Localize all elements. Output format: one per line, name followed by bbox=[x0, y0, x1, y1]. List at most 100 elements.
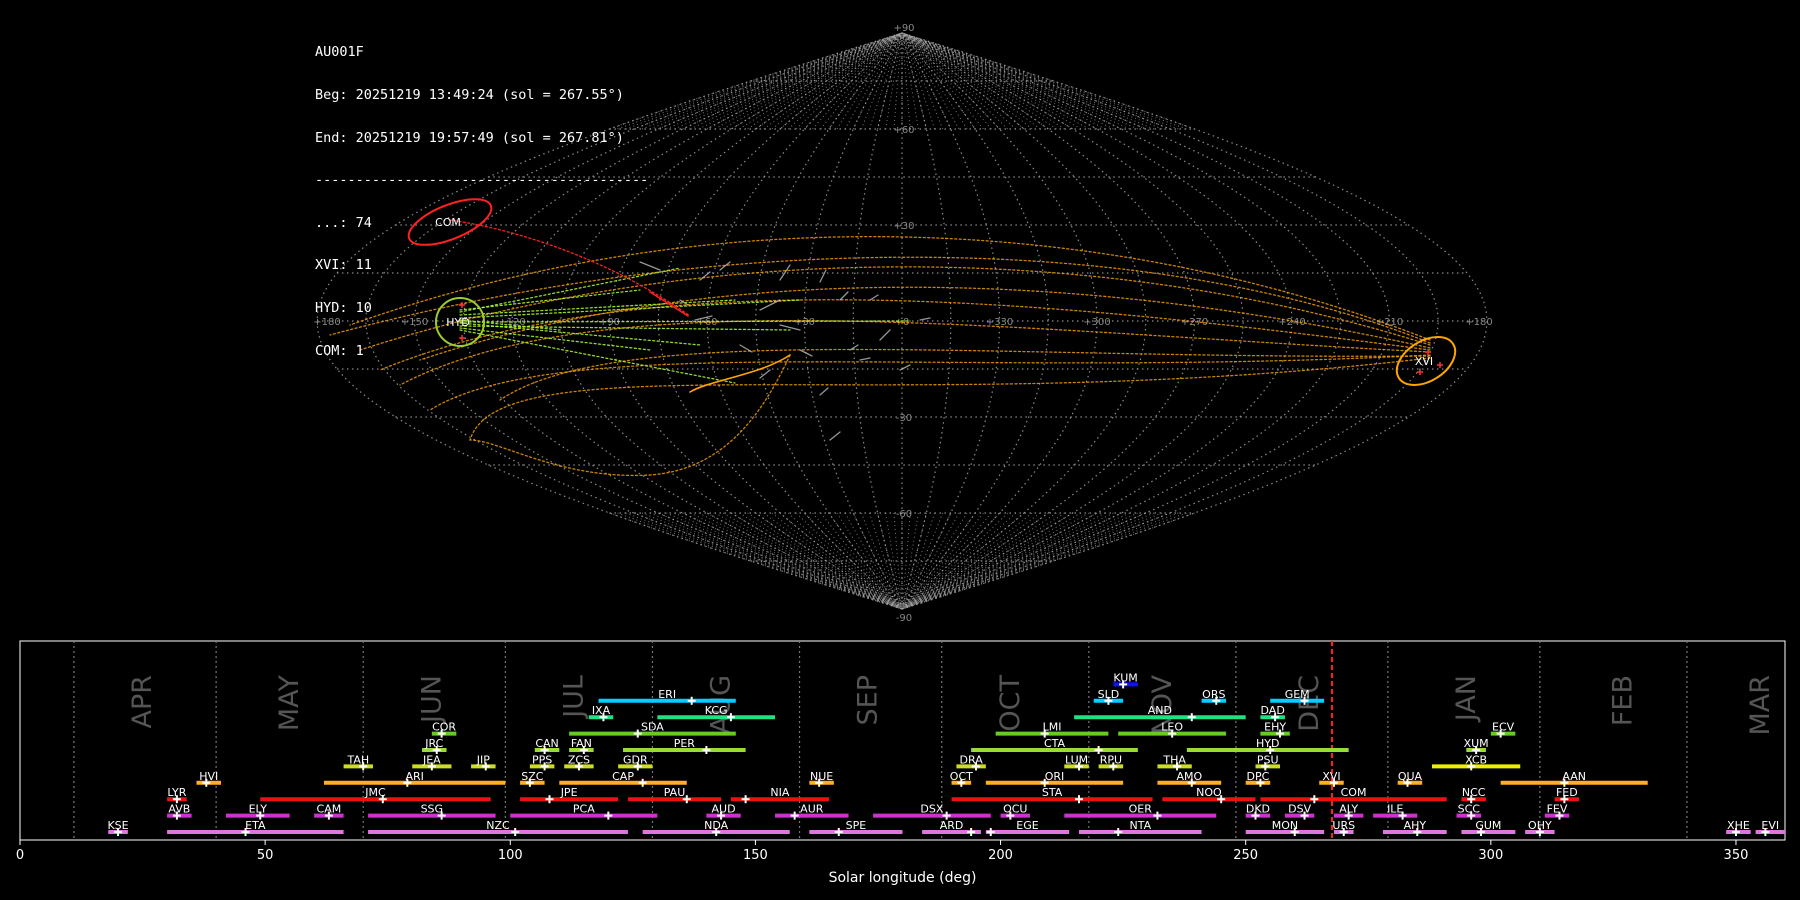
station-id: AU001F bbox=[315, 44, 364, 61]
shower-label: DRA bbox=[960, 753, 984, 766]
lon-tick-label: +210 bbox=[1376, 317, 1403, 328]
pole-fan-line bbox=[658, 512, 903, 610]
shower-label: SPE bbox=[846, 819, 867, 832]
sky-map: +180 +150 +120 +90 +60 +30 +0 +330 +300 +270 +240 +… bbox=[313, 23, 1492, 624]
shower-label: SLD bbox=[1098, 688, 1120, 701]
x-axis-label: Solar longitude (deg) bbox=[829, 870, 977, 886]
shower-kum: KUM bbox=[1113, 671, 1138, 689]
month-label: JAN bbox=[1451, 675, 1482, 723]
shower-label: GUM bbox=[1475, 819, 1501, 832]
shower-can: CAN bbox=[534, 737, 560, 754]
shower-label: ORS bbox=[1202, 688, 1225, 701]
shower-label: DAD bbox=[1261, 704, 1285, 717]
shower-label: LEO bbox=[1161, 721, 1183, 734]
shower-label: ARD bbox=[940, 819, 964, 832]
shower-label: PER bbox=[674, 737, 696, 750]
pole-fan-line bbox=[706, 512, 903, 610]
count-hyd: HYD: 10 bbox=[315, 300, 372, 317]
shower-label: THA bbox=[1162, 753, 1186, 766]
pole-fan-line bbox=[901, 512, 1057, 610]
shower-label: ZCS bbox=[568, 753, 590, 766]
timeline-frame bbox=[19, 640, 1786, 841]
shower-label: SSG bbox=[421, 803, 444, 816]
shower-dra: DRA bbox=[956, 753, 986, 771]
shower-label: KUM bbox=[1113, 671, 1137, 684]
shower-fev: FEV bbox=[1544, 803, 1570, 820]
separator: ----------------------------------------… bbox=[315, 172, 649, 189]
shower-fed: FED bbox=[1554, 786, 1580, 804]
shower-label: XHE bbox=[1727, 819, 1750, 832]
shower-label: PSU bbox=[1257, 753, 1279, 766]
sporadic-trail bbox=[919, 317, 931, 321]
begin-time: Beg: 20251219 13:49:24 (sol = 267.55°) bbox=[315, 87, 624, 104]
shower-label: NIA bbox=[770, 786, 789, 799]
shower-label: SDA bbox=[641, 721, 664, 734]
lat-tick-label: +60 bbox=[893, 125, 914, 136]
shower-label: OCU bbox=[1003, 803, 1027, 816]
x-tick-label: 250 bbox=[1233, 848, 1258, 863]
shower-label: SZC bbox=[521, 770, 544, 783]
sporadic-trail bbox=[839, 291, 849, 301]
shower-label: XUM bbox=[1464, 737, 1489, 750]
x-tick-label: 350 bbox=[1724, 848, 1749, 863]
shower-label: ILE bbox=[1387, 803, 1403, 816]
shower-label: EGE bbox=[1016, 819, 1038, 832]
pole-fan-line bbox=[714, 32, 903, 130]
pole-fan-line bbox=[901, 512, 1146, 610]
shower-label: LUM bbox=[1065, 753, 1088, 766]
shower-label: ELY bbox=[249, 803, 268, 816]
pole-fan-line bbox=[885, 512, 903, 610]
shower-xhe: XHE bbox=[1726, 819, 1751, 836]
shower-label: AND bbox=[1148, 704, 1172, 717]
shower-label: CAN bbox=[535, 737, 558, 750]
shower-label: CAP bbox=[612, 770, 634, 783]
month-label: JUN bbox=[416, 675, 447, 725]
sporadic-trail bbox=[779, 264, 791, 281]
month-label: MAR bbox=[1745, 675, 1776, 736]
shower-label: GDR bbox=[623, 753, 648, 766]
shower-oct: OCT bbox=[950, 770, 973, 787]
pole-fan-line bbox=[885, 32, 903, 130]
shower-label: ERI bbox=[658, 688, 676, 701]
shower-label: CAM bbox=[317, 803, 342, 816]
shower-lyr: LYR bbox=[167, 786, 187, 804]
x-tick-label: 0 bbox=[16, 848, 24, 863]
month-label: APR bbox=[127, 675, 158, 729]
x-tick-label: 50 bbox=[257, 848, 274, 863]
shower-scc: SCC bbox=[1456, 803, 1482, 820]
shower-label: MON bbox=[1272, 819, 1298, 832]
pole-fan-line bbox=[901, 32, 1057, 130]
shower-zcs: ZCS bbox=[564, 753, 594, 771]
shower-label: DSV bbox=[1288, 803, 1311, 816]
shower-label: HYD bbox=[1256, 737, 1279, 750]
shower-label: ETA bbox=[245, 819, 266, 832]
shower-ncc: NCC bbox=[1461, 786, 1486, 804]
shower-xvi: XVI bbox=[1319, 770, 1344, 787]
shower-label: LMI bbox=[1043, 721, 1062, 734]
shower-ehy: EHY bbox=[1260, 721, 1290, 738]
shower-label: DKD bbox=[1246, 803, 1270, 816]
x-tick-label: 100 bbox=[498, 848, 523, 863]
shower-label: COR bbox=[432, 721, 456, 734]
month-label: OCT bbox=[995, 675, 1026, 732]
shower-label: JIP bbox=[476, 753, 490, 766]
shower-label: PCA bbox=[573, 803, 595, 816]
shower-label: HVI bbox=[199, 770, 218, 783]
shower-label: OCT bbox=[950, 770, 973, 783]
sporadic-trail bbox=[879, 329, 891, 341]
shower-xum: XUM bbox=[1464, 737, 1489, 754]
sporadic-trail bbox=[829, 431, 841, 441]
x-tick-label: 150 bbox=[743, 848, 768, 863]
sporadic-trail bbox=[699, 271, 711, 281]
shower-label: RPU bbox=[1100, 753, 1122, 766]
shower-kse: KSE bbox=[107, 819, 129, 836]
x-tick-label: 300 bbox=[1478, 848, 1503, 863]
shower-label: XVI bbox=[1322, 770, 1340, 783]
shower-fan: FAN bbox=[569, 737, 594, 754]
shower-tah: TAH bbox=[343, 753, 373, 771]
xvi-trail bbox=[689, 354, 791, 393]
month-label: FEB bbox=[1608, 675, 1639, 726]
shower-jrc: JRC bbox=[422, 737, 447, 754]
shower-label: ORI bbox=[1045, 770, 1065, 783]
sporadic-trail bbox=[719, 261, 731, 271]
